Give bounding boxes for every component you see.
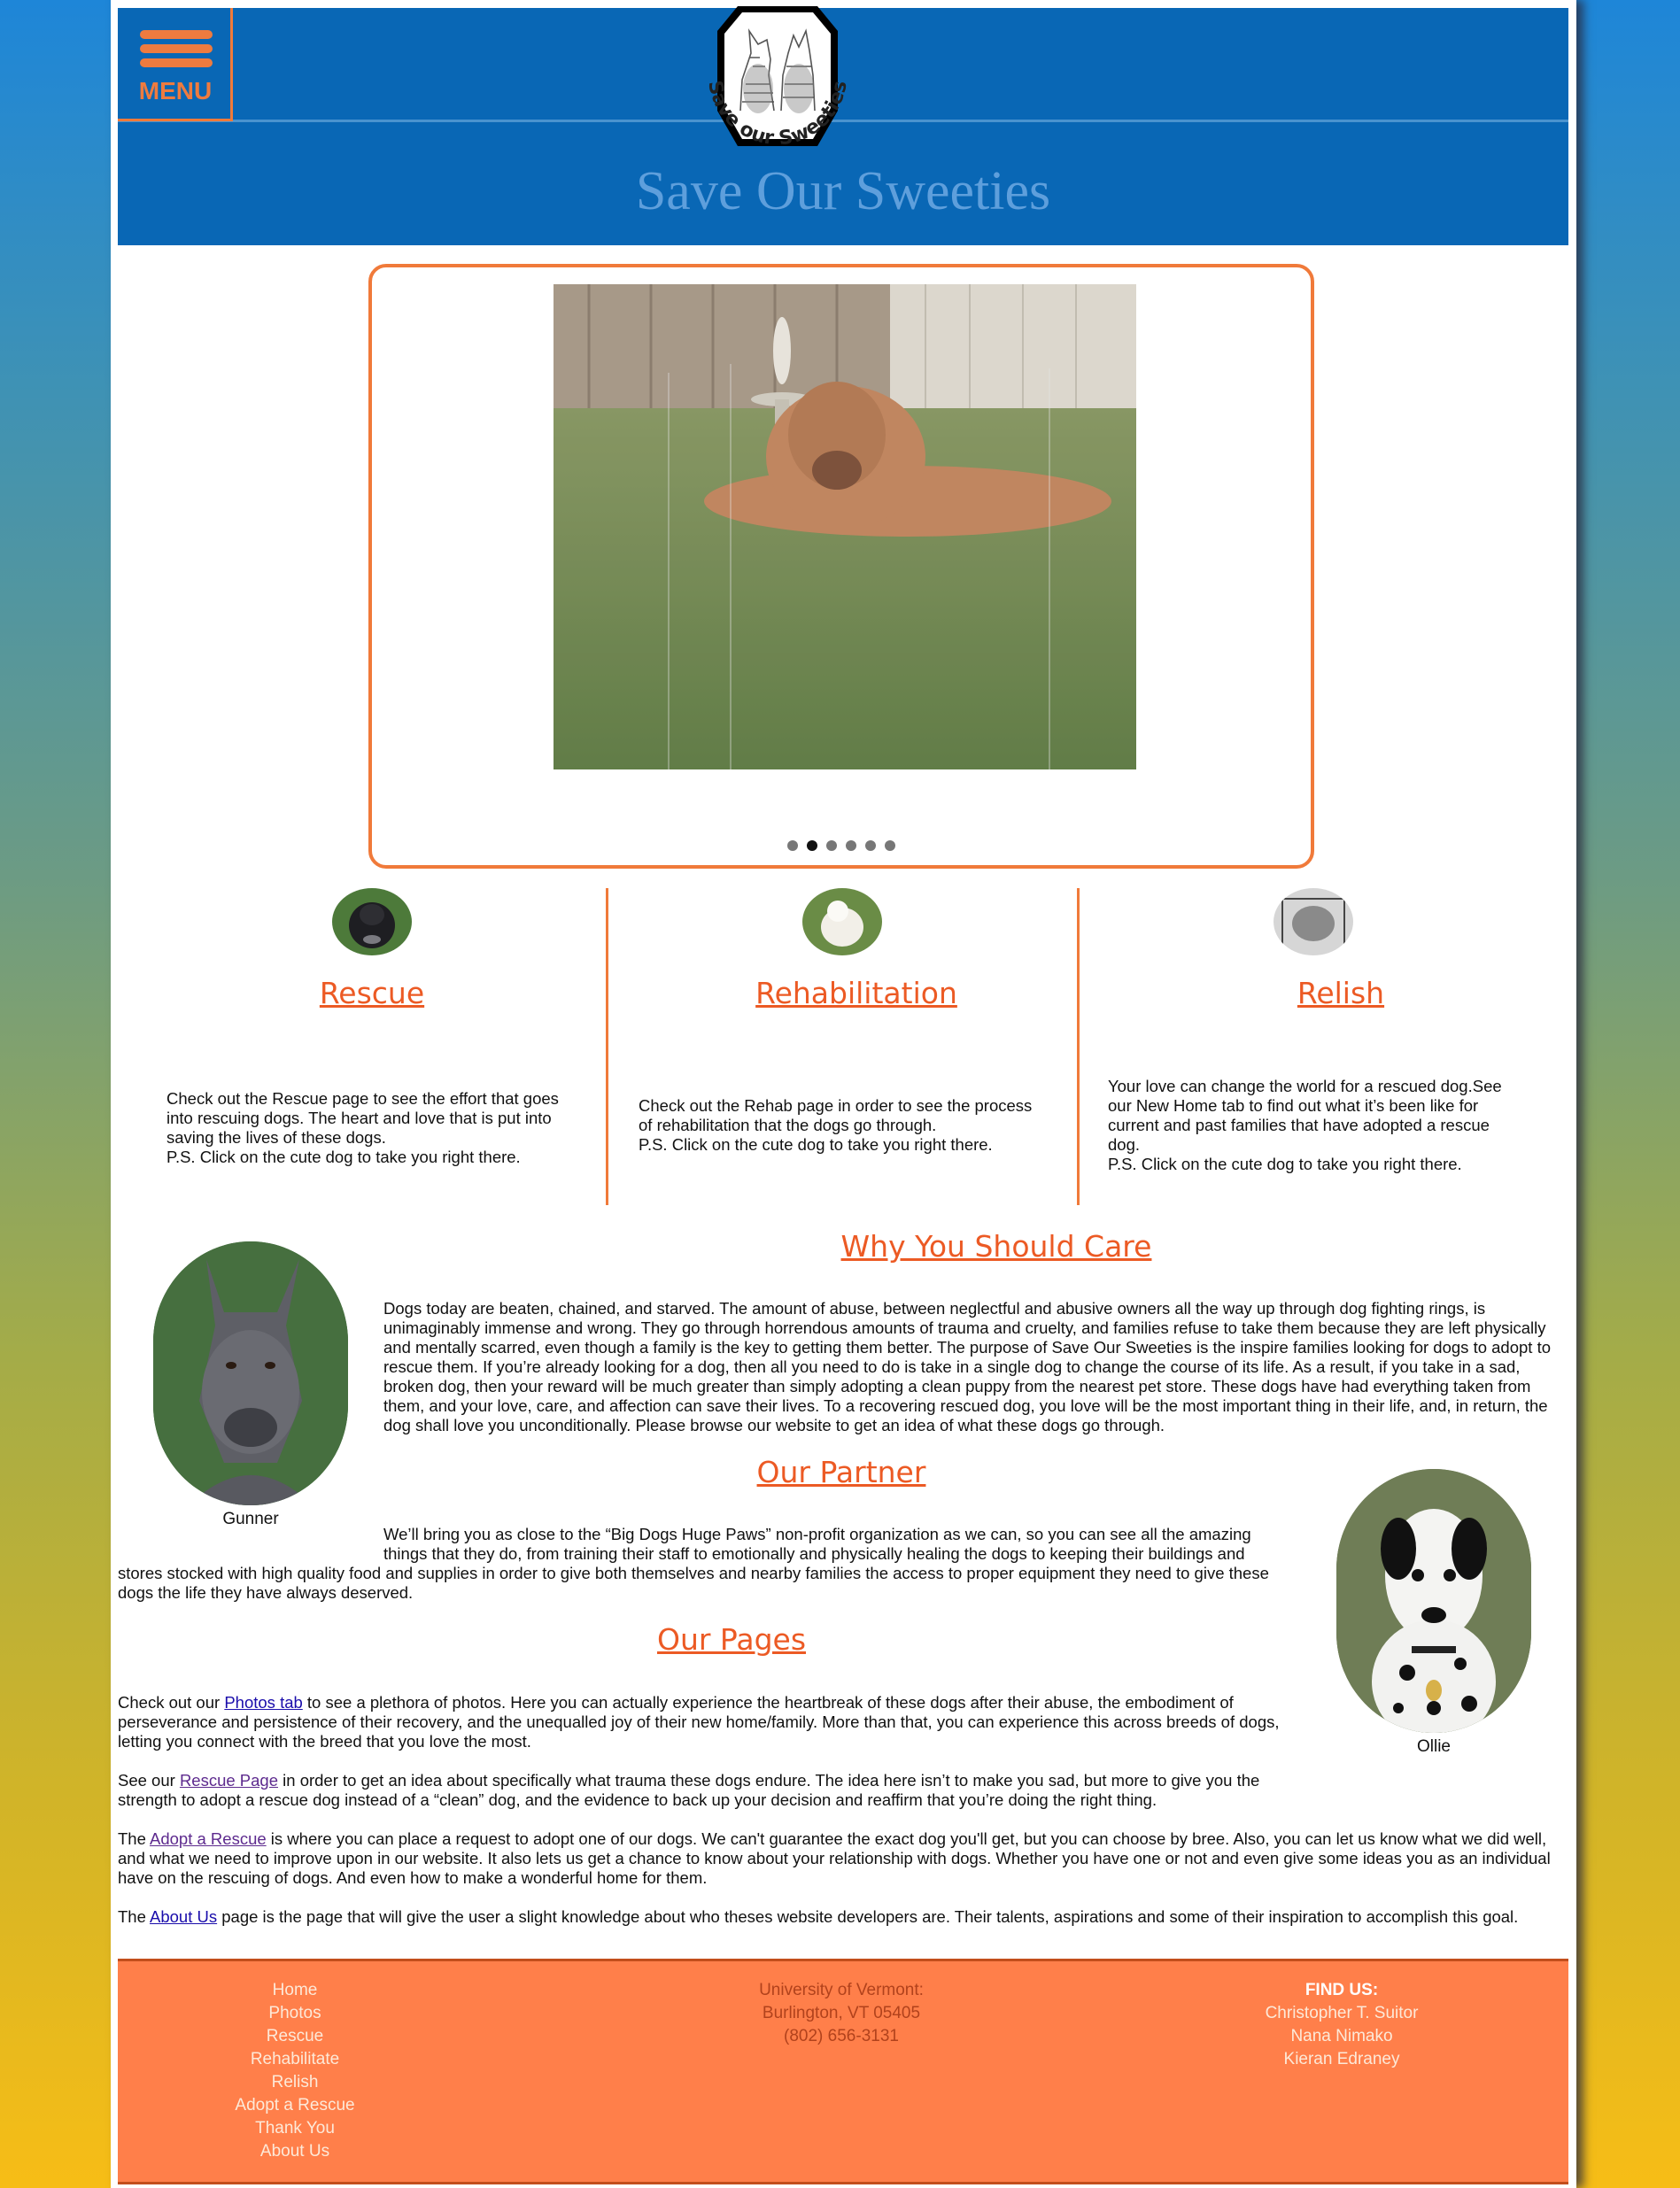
site-title: Save Our Sweeties — [635, 161, 1051, 221]
footer-address: University of Vermont: Burlington, VT 05… — [664, 1979, 1018, 2048]
footer-link-thank-you[interactable]: Thank You — [118, 2117, 472, 2140]
ollie-photo — [1336, 1469, 1531, 1733]
photos-tab-link[interactable]: Photos tab — [224, 1693, 302, 1712]
pages-rescue-paragraph: See our Rescue Page in order to get an i… — [118, 1771, 1260, 1809]
hamburger-bar — [140, 44, 213, 53]
footer-link-rescue[interactable]: Rescue — [118, 2025, 472, 2048]
feature-title-relish[interactable]: Relish — [1226, 976, 1456, 1010]
why-care-title: Why You Should Care — [840, 1229, 1152, 1264]
feature-rescue: Rescue Check out the Rescue page to see … — [111, 888, 580, 1205]
slide-image-dog — [554, 284, 1136, 769]
menu-label: MENU — [138, 77, 213, 104]
footer-link-photos[interactable]: Photos — [118, 2002, 472, 2025]
feature-text-rescue: Check out the Rescue page to see the eff… — [166, 1089, 559, 1166]
hamburger-icon — [140, 30, 213, 39]
menu-button[interactable]: MENU — [118, 8, 233, 121]
footer-link-rehabilitate[interactable]: Rehabilitate — [118, 2048, 472, 2071]
slideshow-dot[interactable] — [787, 840, 798, 851]
page-container: MENU Save our Sweeties Save Our Sweeties — [111, 0, 1576, 2188]
feature-text-rehabilitation: Check out the Rehab page in order to see… — [639, 1096, 1033, 1154]
slideshow-dot[interactable] — [885, 840, 895, 851]
about-us-link[interactable]: About Us — [150, 1907, 217, 1926]
footer-link-home[interactable]: Home — [118, 1979, 472, 2002]
hamburger-bar — [140, 58, 213, 67]
slideshow-dot[interactable] — [865, 840, 876, 851]
feature-relish: Relish Your love can change the world fo… — [1080, 888, 1549, 1205]
adopt-rescue-link[interactable]: Adopt a Rescue — [150, 1829, 267, 1848]
find-us-heading: FIND US: — [1305, 1981, 1379, 1999]
our-pages-title: Our Pages — [656, 1622, 807, 1657]
footer-link-relish[interactable]: Relish — [118, 2071, 472, 2094]
why-care-text: Dogs today are beaten, chained, and star… — [383, 1299, 1551, 1434]
gunner-photo — [153, 1241, 348, 1505]
rehab-dog-image[interactable] — [802, 888, 882, 955]
footer-find-us: FIND US: Christopher T. Suitor Nana Nima… — [1165, 1979, 1519, 2071]
image-slideshow — [368, 264, 1314, 869]
slideshow-dot[interactable] — [807, 840, 817, 851]
pages-about-paragraph: The About Us page is the page that will … — [118, 1907, 1519, 1926]
developer-name: Nana Nimako — [1290, 2027, 1393, 2045]
slideshow-dot[interactable] — [826, 840, 837, 851]
rescue-dog-image[interactable] — [332, 888, 412, 955]
address-line: Burlington, VT 05405 — [762, 2004, 921, 2022]
footer-link-about[interactable]: About Us — [118, 2140, 472, 2163]
site-footer: Home Photos Rescue Rehabilitate Relish A… — [118, 1959, 1568, 2184]
partner-title: Our Partner — [756, 1455, 926, 1489]
developer-name: Christopher T. Suitor — [1265, 2004, 1419, 2022]
slideshow-dot[interactable] — [846, 840, 856, 851]
slideshow-dots — [372, 839, 1311, 855]
feature-title-rehabilitation[interactable]: Rehabilitation — [684, 976, 1029, 1010]
ollie-caption: Ollie — [1416, 1737, 1451, 1756]
gunner-caption: Gunner — [222, 1510, 279, 1528]
address-line: University of Vermont: — [759, 1981, 924, 1999]
feature-title-rescue[interactable]: Rescue — [257, 976, 487, 1010]
partner-text-continued: stores stocked with high quality food an… — [118, 1564, 1269, 1602]
site-logo[interactable]: Save our Sweeties — [689, 4, 866, 164]
address-phone: (802) 656-3131 — [784, 2027, 899, 2045]
developer-name: Kieran Edraney — [1283, 2050, 1400, 2068]
feature-rehabilitation: Rehabilitation Check out the Rehab page … — [608, 888, 1078, 1205]
partner-text: We’ll bring you as close to the “Big Dog… — [383, 1525, 1251, 1563]
footer-link-adopt[interactable]: Adopt a Rescue — [118, 2094, 472, 2117]
footer-nav: Home Photos Rescue Rehabilitate Relish A… — [118, 1979, 472, 2163]
site-header: MENU Save our Sweeties Save Our Sweeties — [118, 6, 1568, 245]
pages-adopt-paragraph: The Adopt a Rescue is where you can plac… — [118, 1829, 1551, 1887]
rescue-page-link[interactable]: Rescue Page — [180, 1771, 278, 1790]
feature-text-relish: Your love can change the world for a res… — [1108, 1077, 1502, 1173]
pages-photos-paragraph: Check out our Photos tab to see a pletho… — [118, 1693, 1280, 1751]
relish-dog-image[interactable] — [1274, 888, 1353, 955]
